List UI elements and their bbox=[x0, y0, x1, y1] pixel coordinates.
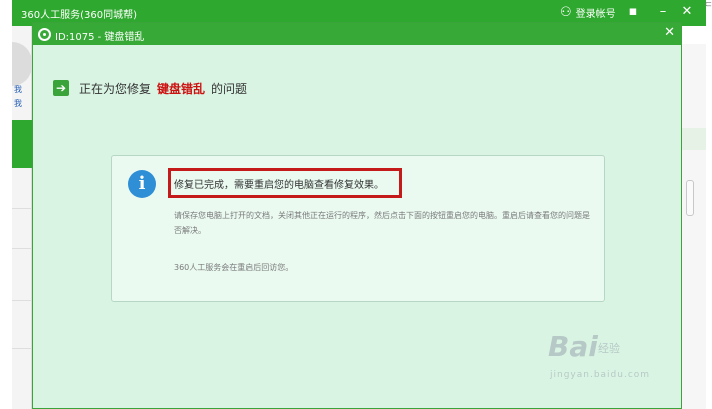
result-footer: 360人工服务会在重启后回访您。 bbox=[174, 263, 294, 272]
heading-prefix: 正在为您修复 bbox=[79, 81, 152, 96]
arrow-right-icon: ➔ bbox=[53, 80, 69, 96]
heading-suffix: 的问题 bbox=[211, 81, 248, 96]
watermark-brand: Bai bbox=[548, 330, 598, 363]
minimize-button[interactable]: – bbox=[654, 4, 672, 20]
info-icon: i bbox=[128, 170, 156, 198]
scrollbar-thumb[interactable] bbox=[686, 180, 694, 216]
login-label: 登录帐号 bbox=[575, 9, 616, 20]
baidu-watermark: Bai 经验 jingyan.baidu.com bbox=[540, 330, 680, 390]
user-icon: ⚇ bbox=[560, 4, 572, 20]
right-panel bbox=[682, 44, 706, 409]
right-panel-band bbox=[682, 128, 706, 150]
sidebar-divider bbox=[12, 208, 32, 209]
close-button[interactable]: ✕ bbox=[678, 4, 696, 20]
dialog-close-button[interactable]: ✕ bbox=[664, 25, 675, 40]
result-instructions: 请保存您电脑上打开的文档，关闭其他正在运行的程序，然后点击下面的按钮重启您的电脑… bbox=[174, 211, 590, 235]
corner-marker-icon: ⊂ bbox=[704, 0, 712, 10]
sidebar-divider bbox=[12, 348, 32, 349]
heading-highlight: 键盘错乱 bbox=[157, 81, 206, 96]
result-message: 修复已完成，需要重启您的电脑查看修复效果。 bbox=[174, 180, 384, 191]
outer-window-title: 360人工服务(360同城帮) bbox=[21, 10, 137, 21]
watermark-url: jingyan.baidu.com bbox=[550, 370, 651, 380]
sidebar-link[interactable]: 我 bbox=[14, 98, 22, 109]
menu-button[interactable]: ▪ bbox=[624, 4, 642, 20]
sidebar-link[interactable]: 我 bbox=[14, 84, 22, 95]
repair-heading: ➔ 正在为您修复 键盘错乱 的问题 bbox=[53, 79, 247, 97]
watermark-sub: 经验 bbox=[598, 342, 620, 355]
sidebar-divider bbox=[12, 248, 32, 249]
result-card: i 修复已完成，需要重启您的电脑查看修复效果。 请保存您电脑上打开的文档，关闭其… bbox=[111, 155, 605, 302]
dialog-title: ID:1075 - 键盘错乱 bbox=[55, 32, 145, 43]
login-button[interactable]: ⚇ 登录帐号 bbox=[560, 4, 616, 21]
sidebar-divider bbox=[12, 300, 32, 301]
screen: 360人工服务(360同城帮) ⚇ 登录帐号 ▪ – ✕ ⊂ 我 我 ID:10… bbox=[0, 0, 712, 409]
dialog-titlebar: ID:1075 - 键盘错乱 ✕ bbox=[33, 23, 681, 45]
sidebar-active-item[interactable] bbox=[12, 120, 32, 168]
lifebuoy-icon bbox=[38, 28, 51, 41]
